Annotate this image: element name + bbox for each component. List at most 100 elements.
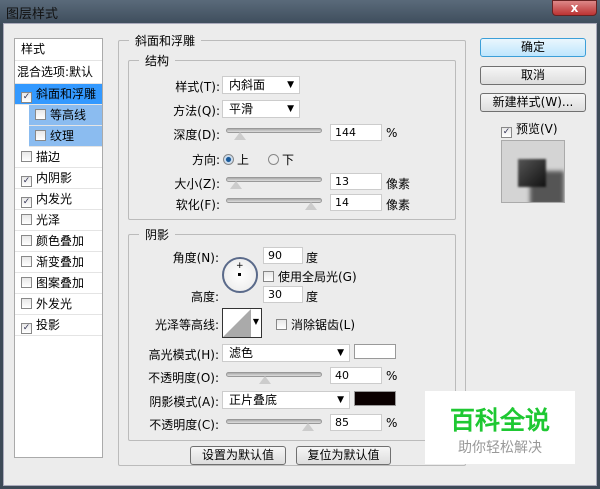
direction-down-radio[interactable]: 下	[268, 151, 294, 168]
chevron-down-icon: ▼	[287, 80, 294, 90]
checkbox-icon[interactable]	[21, 214, 32, 225]
soften-input[interactable]: 14	[330, 194, 382, 211]
soften-slider[interactable]	[226, 198, 322, 210]
highlight-color-swatch[interactable]	[354, 344, 396, 359]
style-item[interactable]: 描边	[15, 147, 102, 168]
style-item[interactable]: ✓ 内发光	[15, 189, 102, 210]
gloss-contour-label: 光泽等高线:	[154, 318, 219, 332]
antialias-checkbox[interactable]: 消除锯齿(L)	[276, 316, 355, 333]
style-item[interactable]: ✓ 投影	[15, 315, 102, 336]
checkbox-icon[interactable]	[21, 151, 32, 162]
global-light-label: 使用全局光(G)	[278, 270, 357, 284]
technique-label: 方法(Q):	[173, 104, 220, 118]
shadow-color-swatch[interactable]	[354, 391, 396, 406]
style-item[interactable]: 图案叠加	[15, 273, 102, 294]
checkbox-icon[interactable]: ✓	[21, 176, 32, 187]
styles-list: 样式 混合选项:默认 ✓ 斜面和浮雕 等高线 纹理 描边 ✓ 内阴影 ✓ 内发光 光泽 颜色叠加 渐变…	[14, 38, 103, 458]
watermark-title: 百科全说	[449, 406, 550, 435]
shading-title: 阴影	[145, 228, 170, 242]
size-slider[interactable]	[226, 177, 322, 189]
style-item-label: 光泽	[36, 213, 61, 227]
global-light-checkbox[interactable]: 使用全局光(G)	[263, 268, 357, 285]
deg-label: 度	[306, 251, 319, 265]
preview-checkbox[interactable]: ✓ 预览(V)	[501, 120, 558, 138]
percent-label: %	[386, 416, 398, 430]
style-item-label: 图案叠加	[36, 276, 85, 290]
size-label: 大小(Z):	[174, 177, 220, 191]
depth-input[interactable]: 144	[330, 124, 382, 141]
shadow-opacity-label: 不透明度(C):	[149, 418, 219, 432]
angle-input[interactable]: 90	[263, 247, 303, 264]
checkbox-icon: ✓	[501, 127, 512, 138]
direction-up-radio[interactable]: 上	[223, 151, 249, 168]
highlight-opacity-input[interactable]: 40	[330, 367, 382, 384]
angle-label: 角度(N):	[172, 251, 219, 265]
crosshair-icon: +	[236, 261, 244, 271]
altitude-input[interactable]: 30	[263, 286, 303, 303]
reset-default-button[interactable]: 复位为默认值	[296, 446, 391, 465]
radio-icon	[223, 154, 234, 165]
style-item[interactable]: 等高线	[29, 105, 102, 126]
checkbox-icon[interactable]	[21, 235, 32, 246]
style-item[interactable]: 渐变叠加	[15, 252, 102, 273]
style-item-label: 内发光	[36, 192, 73, 206]
checkbox-icon[interactable]: ✓	[21, 323, 32, 334]
deg-label: 度	[306, 290, 319, 304]
chevron-down-icon: ▼	[252, 317, 259, 326]
highlight-opacity-label: 不透明度(O):	[148, 371, 219, 385]
checkbox-icon[interactable]	[21, 277, 32, 288]
checkbox-icon[interactable]	[21, 298, 32, 309]
shadow-mode-dropdown[interactable]: 正片叠底 ▼	[222, 391, 350, 409]
styles-header[interactable]: 样式	[15, 39, 102, 61]
shadow-opacity-input[interactable]: 85	[330, 414, 382, 431]
new-style-button[interactable]: 新建样式(W)...	[480, 93, 586, 112]
shadow-mode-label: 阴影模式(A):	[149, 395, 219, 409]
structure-title: 结构	[145, 54, 170, 68]
technique-dropdown[interactable]: 平滑 ▼	[222, 100, 300, 118]
close-button[interactable]: x	[552, 0, 597, 16]
style-item[interactable]: 纹理	[29, 126, 102, 147]
altitude-label: 高度:	[190, 290, 219, 304]
px-label: 像素	[386, 177, 411, 191]
make-default-button[interactable]: 设置为默认值	[190, 446, 286, 465]
style-item-label: 渐变叠加	[36, 255, 85, 269]
gloss-contour-picker[interactable]: ▼	[222, 308, 262, 338]
angle-dial[interactable]: +	[222, 257, 258, 293]
style-item[interactable]: ✓ 斜面和浮雕	[15, 84, 102, 105]
style-item[interactable]: 外发光	[15, 294, 102, 315]
px-label: 像素	[386, 198, 411, 212]
checkbox-icon[interactable]	[21, 256, 32, 267]
style-item-label: 纹理	[50, 129, 75, 143]
style-label: 样式(T):	[175, 80, 220, 94]
style-dropdown[interactable]: 内斜面 ▼	[222, 76, 300, 94]
slider-thumb[interactable]	[230, 181, 242, 189]
bevel-title: 斜面和浮雕	[135, 34, 196, 48]
depth-slider[interactable]	[226, 128, 322, 140]
style-item[interactable]: 光泽	[15, 210, 102, 231]
style-item[interactable]: 颜色叠加	[15, 231, 102, 252]
antialias-label: 消除锯齿(L)	[291, 318, 356, 332]
size-input[interactable]: 13	[330, 173, 382, 190]
slider-thumb[interactable]	[305, 202, 317, 210]
soften-label: 软化(F):	[175, 198, 220, 212]
checkbox-icon[interactable]: ✓	[21, 197, 32, 208]
slider-thumb[interactable]	[302, 423, 314, 431]
shadow-opacity-slider[interactable]	[226, 419, 322, 431]
slider-thumb[interactable]	[259, 376, 271, 384]
style-item-label: 描边	[36, 150, 61, 164]
chevron-down-icon: ▼	[337, 348, 344, 358]
highlight-opacity-slider[interactable]	[226, 372, 322, 384]
checkbox-icon[interactable]	[35, 130, 46, 141]
depth-label: 深度(D):	[173, 128, 220, 142]
slider-thumb[interactable]	[234, 132, 246, 140]
style-item[interactable]: ✓ 内阴影	[15, 168, 102, 189]
highlight-mode-label: 高光模式(H):	[148, 348, 219, 362]
ok-button[interactable]: 确定	[480, 38, 586, 57]
checkbox-icon[interactable]: ✓	[21, 92, 32, 103]
highlight-mode-dropdown[interactable]: 滤色 ▼	[222, 344, 350, 362]
chevron-down-icon: ▼	[287, 104, 294, 114]
blending-options[interactable]: 混合选项:默认	[15, 61, 102, 84]
checkbox-icon[interactable]	[35, 109, 46, 120]
contour-icon	[223, 309, 251, 337]
cancel-button[interactable]: 取消	[480, 66, 586, 85]
